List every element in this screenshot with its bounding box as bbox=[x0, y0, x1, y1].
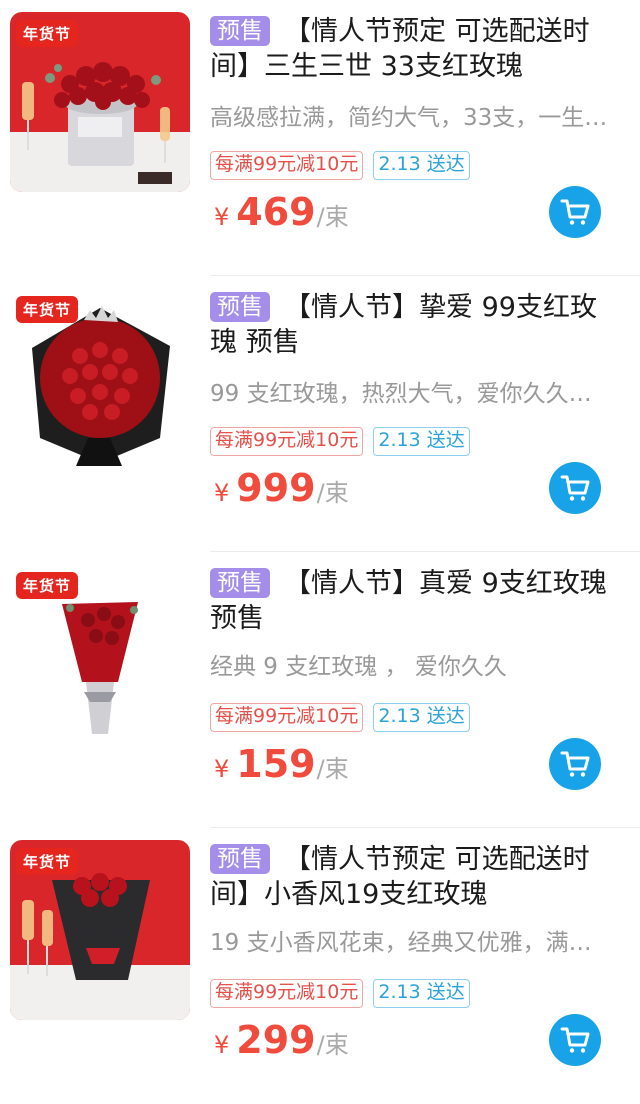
price-unit: /束 bbox=[316, 1031, 349, 1059]
shopping-cart-icon bbox=[560, 199, 590, 225]
shopping-cart-icon bbox=[560, 1027, 590, 1053]
festival-badge: 年货节 bbox=[16, 848, 79, 875]
product-description: 99 支红玫瑰，热烈大气，爱你久久久久 bbox=[210, 381, 610, 407]
currency-symbol: ¥ bbox=[214, 479, 230, 507]
presale-tag: 预售 bbox=[210, 16, 270, 46]
promo-tag: 每满99元减10元 bbox=[210, 427, 364, 456]
festival-badge: 年货节 bbox=[16, 20, 79, 47]
product-title[interactable]: 预售 【情人节预定 可选配送时间】小香风19支红玫瑰 bbox=[210, 842, 615, 912]
product-tags: 每满99元减10元 2.13 送达 bbox=[210, 427, 480, 456]
product-image-rose-bouquet-19[interactable]: 年货节 bbox=[10, 840, 190, 1020]
product-description: 高级感拉满，简约大气，33支，一生一世 bbox=[210, 105, 610, 131]
product-title[interactable]: 预售 【情人节预定 可选配送时间】三生三世 33支红玫瑰 bbox=[210, 14, 615, 84]
delivery-tag: 2.13 送达 bbox=[373, 979, 470, 1008]
currency-symbol: ¥ bbox=[214, 755, 230, 783]
add-to-cart-button[interactable] bbox=[549, 462, 601, 514]
presale-tag: 预售 bbox=[210, 844, 270, 874]
festival-badge: 年货节 bbox=[16, 572, 79, 599]
price-unit: /束 bbox=[316, 755, 349, 783]
product-list: 年货节 预售 【情人节预定 可选配送时间】三生三世 33支红玫瑰 高级感拉满，简约… bbox=[0, 0, 640, 1089]
festival-badge: 年货节 bbox=[16, 296, 79, 323]
delivery-tag: 2.13 送达 bbox=[373, 151, 470, 180]
product-card[interactable]: 年货节 预售 【情人节预定 可选配送时间】小香风19支红玫瑰 19 支小香风花束，… bbox=[0, 828, 640, 1104]
product-title[interactable]: 预售 【情人节】挚爱 99支红玫瑰 预售 bbox=[210, 290, 615, 360]
price-value: 999 bbox=[236, 466, 316, 510]
add-to-cart-button[interactable] bbox=[549, 1014, 601, 1066]
price-unit: /束 bbox=[316, 203, 349, 231]
product-image-rose-bouquet-9[interactable]: 年货节 bbox=[10, 564, 190, 744]
product-price: ¥ 469 /束 bbox=[214, 190, 349, 238]
promo-tag: 每满99元减10元 bbox=[210, 979, 364, 1008]
promo-tag: 每满99元减10元 bbox=[210, 703, 364, 732]
currency-symbol: ¥ bbox=[214, 203, 230, 231]
product-card[interactable]: 年货节 预售 【情人节】真爱 9支红玫瑰 预售 经典 9 支红玫瑰 ， 爱你久久 … bbox=[0, 552, 640, 828]
promo-tag: 每满99元减10元 bbox=[210, 151, 364, 180]
product-tags: 每满99元减10元 2.13 送达 bbox=[210, 151, 480, 180]
product-price: ¥ 299 /束 bbox=[214, 1018, 349, 1066]
presale-tag: 预售 bbox=[210, 292, 270, 322]
shopping-cart-icon bbox=[560, 751, 590, 777]
delivery-tag: 2.13 送达 bbox=[373, 703, 470, 732]
product-price: ¥ 999 /束 bbox=[214, 466, 349, 514]
currency-symbol: ¥ bbox=[214, 1031, 230, 1059]
presale-tag: 预售 bbox=[210, 568, 270, 598]
add-to-cart-button[interactable] bbox=[549, 738, 601, 790]
product-price: ¥ 159 /束 bbox=[214, 742, 349, 790]
product-tags: 每满99元减10元 2.13 送达 bbox=[210, 979, 480, 1008]
product-card[interactable]: 年货节 预售 【情人节预定 可选配送时间】三生三世 33支红玫瑰 高级感拉满，简约… bbox=[0, 0, 640, 276]
shopping-cart-icon bbox=[560, 475, 590, 501]
product-title[interactable]: 预售 【情人节】真爱 9支红玫瑰 预售 bbox=[210, 566, 615, 636]
product-image-rose-bouquet-99[interactable]: 年货节 bbox=[10, 288, 190, 468]
add-to-cart-button[interactable] bbox=[549, 186, 601, 238]
price-value: 299 bbox=[236, 1018, 316, 1062]
product-image-rose-box[interactable]: 年货节 bbox=[10, 12, 190, 192]
product-card[interactable]: 年货节 预售 【情人节】挚爱 99支红玫瑰 预售 99 支红玫瑰，热烈大气，爱你久… bbox=[0, 276, 640, 552]
price-value: 469 bbox=[236, 190, 316, 234]
product-description: 19 支小香风花束，经典又优雅，满满爱意 bbox=[210, 930, 610, 956]
price-unit: /束 bbox=[316, 479, 349, 507]
delivery-tag: 2.13 送达 bbox=[373, 427, 470, 456]
price-value: 159 bbox=[236, 742, 316, 786]
product-description: 经典 9 支红玫瑰 ， 爱你久久 bbox=[210, 654, 507, 680]
product-tags: 每满99元减10元 2.13 送达 bbox=[210, 703, 480, 732]
